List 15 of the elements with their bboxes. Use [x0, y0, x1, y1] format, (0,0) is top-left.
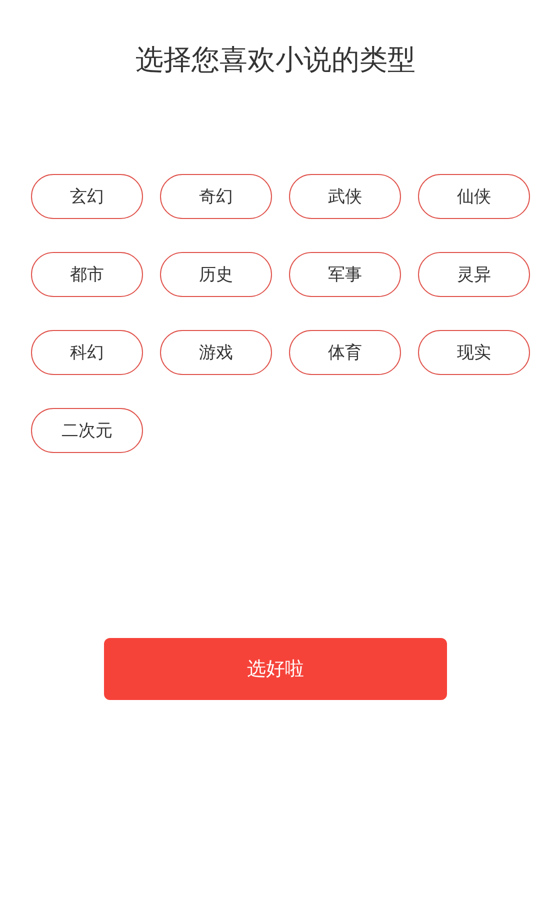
genre-chip[interactable]: 奇幻 — [160, 174, 272, 219]
genre-chip[interactable]: 现实 — [418, 330, 530, 375]
genre-chip[interactable]: 体育 — [289, 330, 401, 375]
page-title: 选择您喜欢小说的类型 — [134, 42, 416, 78]
genre-chip[interactable]: 灵异 — [418, 252, 530, 297]
genre-chip[interactable]: 游戏 — [160, 330, 272, 375]
genre-chip[interactable]: 玄幻 — [31, 174, 143, 219]
confirm-button[interactable]: 选好啦 — [104, 638, 447, 700]
genre-chip[interactable]: 都市 — [31, 252, 143, 297]
genre-chip[interactable]: 军事 — [289, 252, 401, 297]
genre-chip[interactable]: 仙侠 — [418, 174, 530, 219]
genre-chip[interactable]: 科幻 — [31, 330, 143, 375]
genre-chip[interactable]: 武侠 — [289, 174, 401, 219]
genre-chip[interactable]: 二次元 — [31, 408, 143, 453]
genre-chip[interactable]: 历史 — [160, 252, 272, 297]
